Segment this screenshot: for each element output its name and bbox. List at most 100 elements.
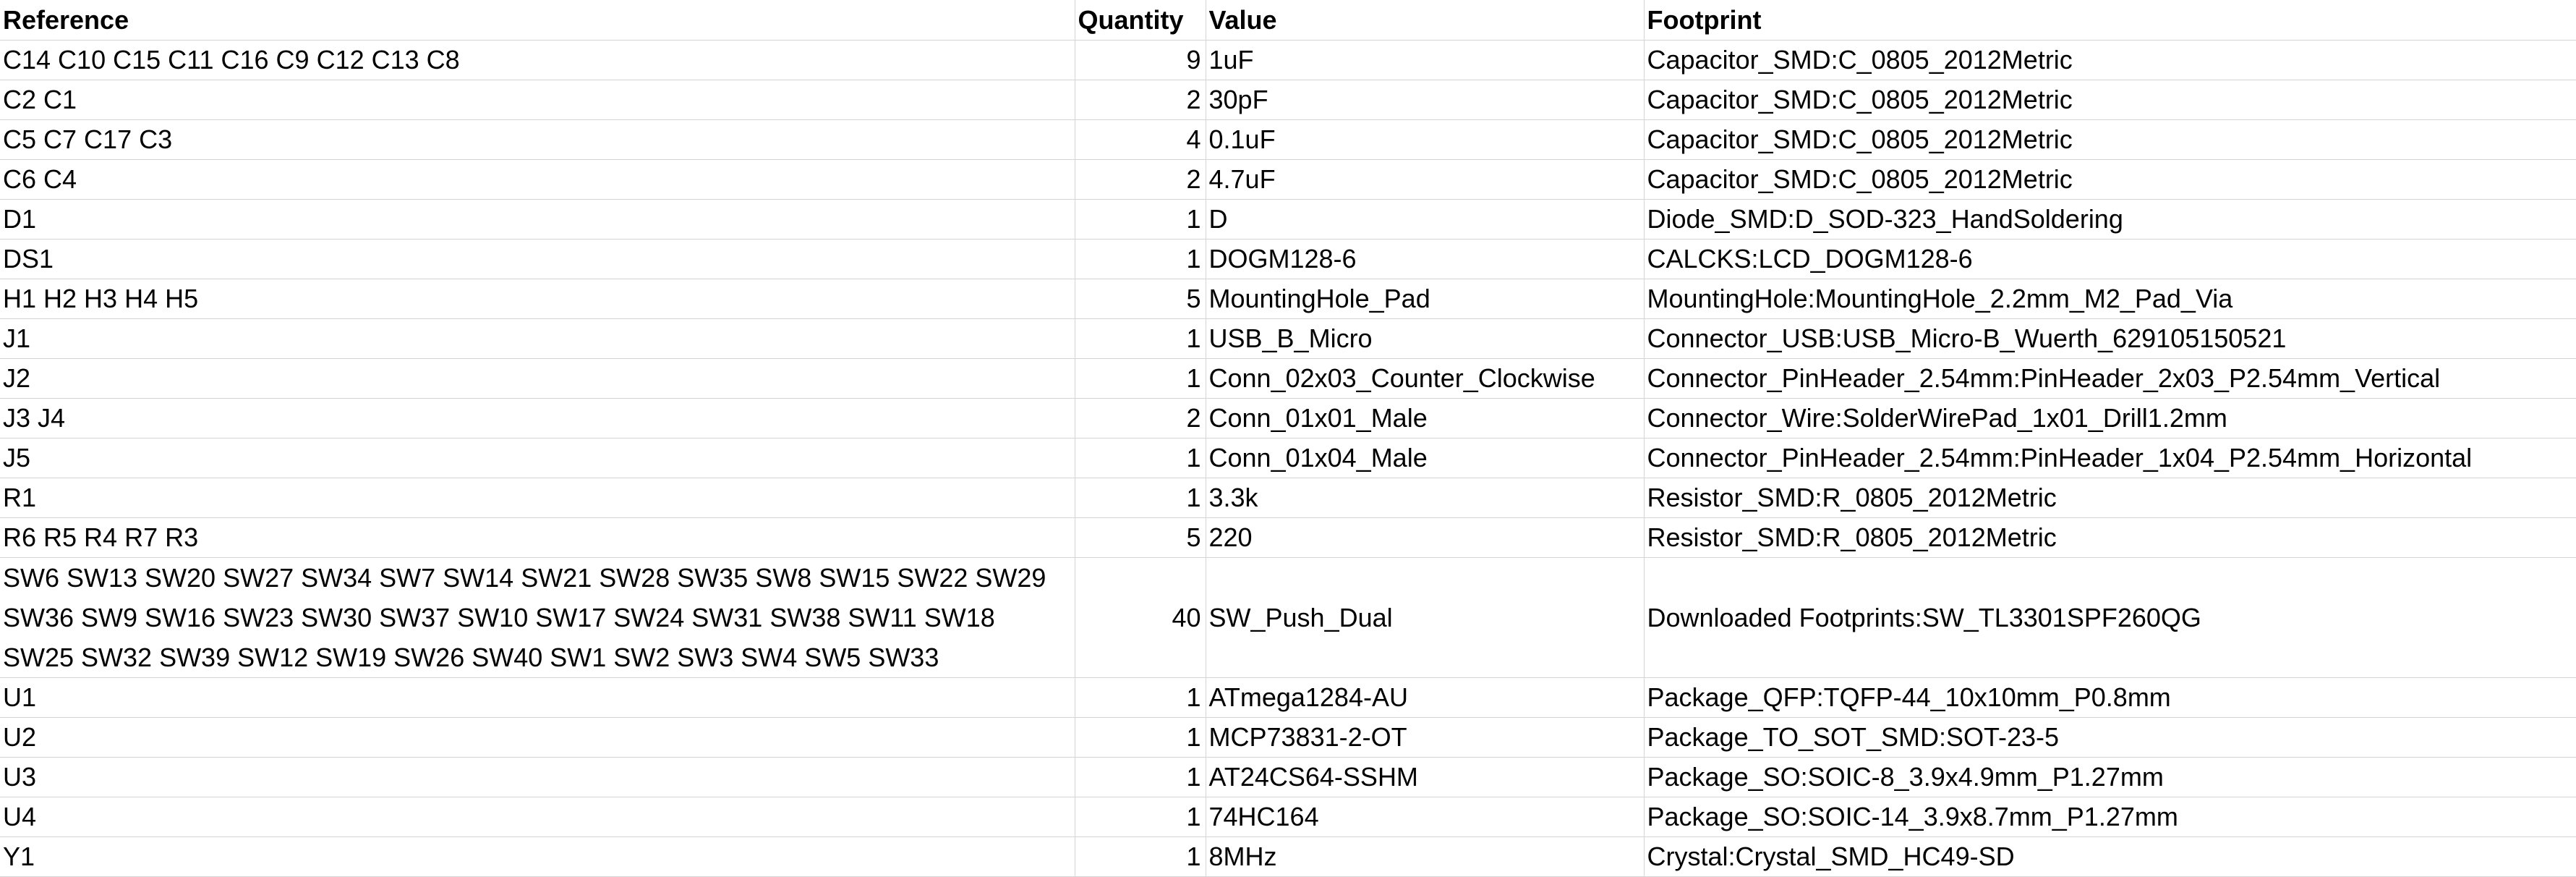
header-footprint[interactable]: Footprint [1644,0,2576,41]
cell-footprint[interactable]: Capacitor_SMD:C_0805_2012Metric [1644,80,2576,120]
cell-reference[interactable]: DS1 [0,239,1075,279]
cell-footprint[interactable]: MountingHole:MountingHole_2.2mm_M2_Pad_V… [1644,279,2576,319]
cell-quantity[interactable]: 1 [1075,438,1206,478]
cell-reference[interactable]: C5 C7 C17 C3 [0,119,1075,160]
reference-line: SW36 SW9 SW16 SW23 SW30 SW37 SW10 SW17 S… [3,603,995,632]
cell-reference[interactable]: J3 J4 [0,398,1075,438]
cell-reference[interactable]: U2 [0,717,1075,758]
cell-value[interactable]: 1uF [1206,40,1645,80]
cell-reference[interactable]: C2 C1 [0,80,1075,120]
cell-reference[interactable]: J5 [0,438,1075,478]
table-row: J2 1 Conn_02x03_Counter_Clockwise Connec… [0,358,2576,399]
cell-reference[interactable]: R1 [0,478,1075,518]
cell-value[interactable]: Conn_01x04_Male [1206,438,1645,478]
table-row: J3 J4 2 Conn_01x01_Male Connector_Wire:S… [0,398,2576,438]
cell-value[interactable]: 74HC164 [1206,797,1645,837]
cell-quantity[interactable]: 1 [1075,757,1206,797]
cell-reference[interactable]: SW6 SW13 SW20 SW27 SW34 SW7 SW14 SW21 SW… [0,557,1075,678]
header-value[interactable]: Value [1206,0,1645,41]
cell-quantity[interactable]: 1 [1075,318,1206,359]
table-row: D1 1 D Diode_SMD:D_SOD-323_HandSoldering [0,199,2576,240]
cell-value[interactable]: SW_Push_Dual [1206,557,1645,678]
table-row: C6 C4 2 4.7uF Capacitor_SMD:C_0805_2012M… [0,159,2576,200]
cell-quantity[interactable]: 1 [1075,677,1206,718]
cell-value[interactable]: AT24CS64-SSHM [1206,757,1645,797]
cell-value[interactable]: 3.3k [1206,478,1645,518]
cell-footprint[interactable]: Resistor_SMD:R_0805_2012Metric [1644,478,2576,518]
header-row: Reference Quantity Value Footprint [0,0,2576,41]
cell-footprint[interactable]: Connector_PinHeader_2.54mm:PinHeader_1x0… [1644,438,2576,478]
cell-value[interactable]: USB_B_Micro [1206,318,1645,359]
table-row: SW6 SW13 SW20 SW27 SW34 SW7 SW14 SW21 SW… [0,557,2576,678]
header-quantity[interactable]: Quantity [1075,0,1206,41]
table-row: U1 1 ATmega1284-AU Package_QFP:TQFP-44_1… [0,677,2576,718]
table-row: R6 R5 R4 R7 R3 5 220 Resistor_SMD:R_0805… [0,517,2576,558]
cell-footprint[interactable]: Connector_USB:USB_Micro-B_Wuerth_6291051… [1644,318,2576,359]
cell-quantity[interactable]: 1 [1075,239,1206,279]
cell-value[interactable]: 8MHz [1206,836,1645,877]
bom-table: Reference Quantity Value Footprint C14 C… [0,0,2576,877]
cell-quantity[interactable]: 1 [1075,358,1206,399]
table-row: R1 1 3.3k Resistor_SMD:R_0805_2012Metric [0,478,2576,518]
cell-quantity[interactable]: 9 [1075,40,1206,80]
table-row: Y1 1 8MHz Crystal:Crystal_SMD_HC49-SD [0,836,2576,877]
cell-quantity[interactable]: 1 [1075,836,1206,877]
cell-footprint[interactable]: Connector_Wire:SolderWirePad_1x01_Drill1… [1644,398,2576,438]
cell-footprint[interactable]: Package_SO:SOIC-14_3.9x8.7mm_P1.27mm [1644,797,2576,837]
cell-footprint[interactable]: Connector_PinHeader_2.54mm:PinHeader_2x0… [1644,358,2576,399]
cell-value[interactable]: 30pF [1206,80,1645,120]
cell-footprint[interactable]: Crystal:Crystal_SMD_HC49-SD [1644,836,2576,877]
cell-quantity[interactable]: 40 [1075,557,1206,678]
spreadsheet-view: Reference Quantity Value Footprint C14 C… [0,0,2576,877]
cell-value[interactable]: 0.1uF [1206,119,1645,160]
cell-footprint[interactable]: Package_QFP:TQFP-44_10x10mm_P0.8mm [1644,677,2576,718]
cell-reference[interactable]: R6 R5 R4 R7 R3 [0,517,1075,558]
table-row: J5 1 Conn_01x04_Male Connector_PinHeader… [0,438,2576,478]
cell-reference[interactable]: J1 [0,318,1075,359]
cell-quantity[interactable]: 1 [1075,717,1206,758]
cell-footprint[interactable]: Capacitor_SMD:C_0805_2012Metric [1644,119,2576,160]
table-row: C5 C7 C17 C3 4 0.1uF Capacitor_SMD:C_080… [0,119,2576,160]
cell-quantity[interactable]: 5 [1075,517,1206,558]
cell-footprint[interactable]: Package_TO_SOT_SMD:SOT-23-5 [1644,717,2576,758]
reference-line: SW6 SW13 SW20 SW27 SW34 SW7 SW14 SW21 SW… [3,563,1046,593]
cell-value[interactable]: MCP73831-2-OT [1206,717,1645,758]
cell-footprint[interactable]: Resistor_SMD:R_0805_2012Metric [1644,517,2576,558]
cell-footprint[interactable]: CALCKS:LCD_DOGM128-6 [1644,239,2576,279]
cell-value[interactable]: 220 [1206,517,1645,558]
table-row: C14 C10 C15 C11 C16 C9 C12 C13 C8 9 1uF … [0,40,2576,80]
cell-reference[interactable]: U1 [0,677,1075,718]
cell-value[interactable]: MountingHole_Pad [1206,279,1645,319]
table-row: C2 C1 2 30pF Capacitor_SMD:C_0805_2012Me… [0,80,2576,120]
cell-value[interactable]: DOGM128-6 [1206,239,1645,279]
cell-reference[interactable]: C6 C4 [0,159,1075,200]
cell-footprint[interactable]: Diode_SMD:D_SOD-323_HandSoldering [1644,199,2576,240]
cell-reference[interactable]: Y1 [0,836,1075,877]
cell-value[interactable]: 4.7uF [1206,159,1645,200]
cell-reference[interactable]: C14 C10 C15 C11 C16 C9 C12 C13 C8 [0,40,1075,80]
table-row: U3 1 AT24CS64-SSHM Package_SO:SOIC-8_3.9… [0,757,2576,797]
cell-footprint[interactable]: Capacitor_SMD:C_0805_2012Metric [1644,159,2576,200]
cell-quantity[interactable]: 2 [1075,398,1206,438]
header-reference[interactable]: Reference [0,0,1075,41]
cell-value[interactable]: D [1206,199,1645,240]
cell-footprint[interactable]: Downloaded Footprints:SW_TL3301SPF260QG [1644,557,2576,678]
cell-reference[interactable]: U3 [0,757,1075,797]
cell-reference[interactable]: U4 [0,797,1075,837]
cell-quantity[interactable]: 1 [1075,478,1206,518]
cell-value[interactable]: ATmega1284-AU [1206,677,1645,718]
cell-quantity[interactable]: 2 [1075,159,1206,200]
cell-reference[interactable]: D1 [0,199,1075,240]
cell-reference[interactable]: H1 H2 H3 H4 H5 [0,279,1075,319]
cell-quantity[interactable]: 1 [1075,797,1206,837]
cell-quantity[interactable]: 1 [1075,199,1206,240]
cell-quantity[interactable]: 5 [1075,279,1206,319]
cell-quantity[interactable]: 2 [1075,80,1206,120]
cell-quantity[interactable]: 4 [1075,119,1206,160]
cell-value[interactable]: Conn_02x03_Counter_Clockwise [1206,358,1645,399]
cell-footprint[interactable]: Capacitor_SMD:C_0805_2012Metric [1644,40,2576,80]
table-row: U2 1 MCP73831-2-OT Package_TO_SOT_SMD:SO… [0,717,2576,758]
cell-footprint[interactable]: Package_SO:SOIC-8_3.9x4.9mm_P1.27mm [1644,757,2576,797]
cell-value[interactable]: Conn_01x01_Male [1206,398,1645,438]
cell-reference[interactable]: J2 [0,358,1075,399]
